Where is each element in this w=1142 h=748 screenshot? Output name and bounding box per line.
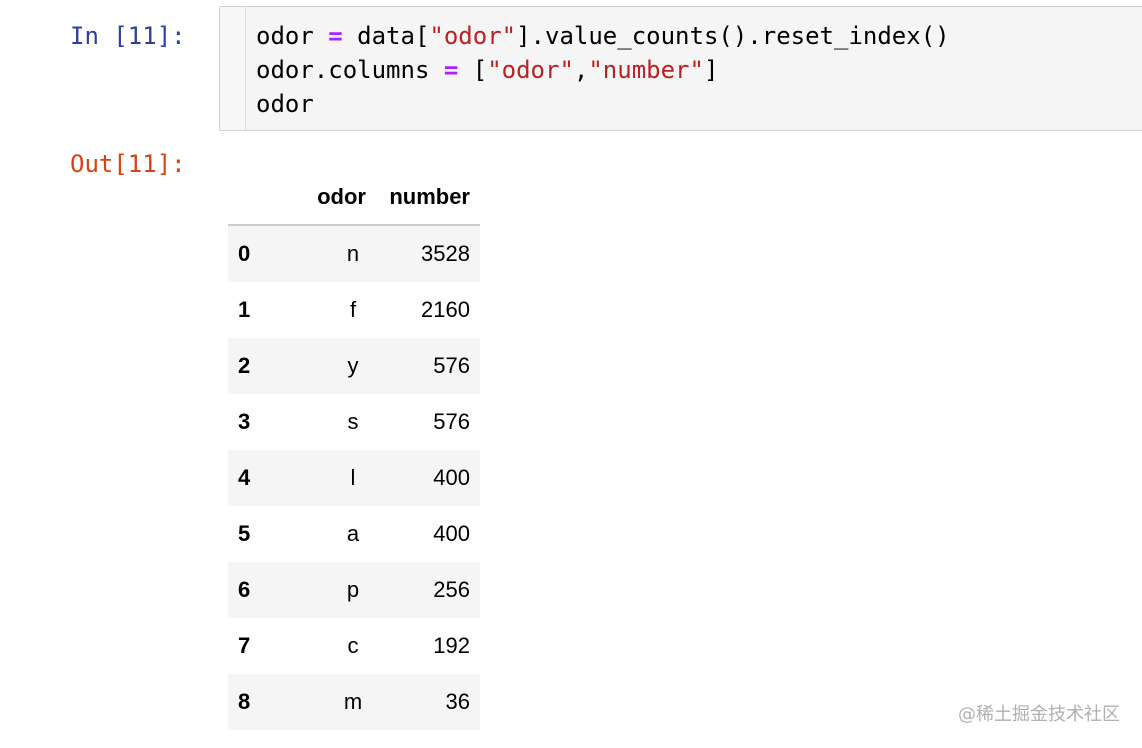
code-line-3: odor bbox=[256, 90, 314, 118]
table-row: 3 s 576 bbox=[228, 394, 480, 450]
cell-odor: y bbox=[268, 338, 366, 394]
table-row: 5 a 400 bbox=[228, 506, 480, 562]
row-index: 5 bbox=[238, 521, 251, 546]
cell-odor-value: p bbox=[346, 577, 360, 602]
cell-odor-value: s bbox=[347, 409, 359, 434]
code-line-3-text: odor bbox=[256, 90, 314, 118]
dataframe-table: odor number 0 n 3528 1 f 2160 2 y 576 3 s 576 4 l 400 5… bbox=[228, 170, 480, 730]
watermark: @稀土掘金技术社区 bbox=[958, 704, 1120, 725]
row-index: 0 bbox=[238, 241, 251, 266]
cell-number: 400 bbox=[433, 521, 470, 546]
cell-number: 256 bbox=[433, 577, 470, 602]
cell-odor: n bbox=[268, 225, 366, 282]
cell-number: 576 bbox=[433, 353, 470, 378]
row-index: 7 bbox=[238, 633, 251, 658]
table-row: 0 n 3528 bbox=[228, 225, 480, 282]
column-header-odor: odor bbox=[268, 170, 366, 226]
cell-odor-value: a bbox=[346, 521, 360, 546]
row-index: 4 bbox=[238, 465, 251, 490]
table-row: 1 f 2160 bbox=[228, 282, 480, 338]
cell-odor-value: l bbox=[350, 465, 356, 490]
table-row: 4 l 400 bbox=[228, 450, 480, 506]
cell-odor-value: m bbox=[343, 689, 363, 714]
cell-odor-value: y bbox=[347, 353, 359, 378]
cell-odor: p bbox=[268, 562, 366, 618]
code-gutter bbox=[220, 7, 246, 130]
code-line-2: odor.columns = ["odor","number"] bbox=[256, 56, 718, 84]
cell-odor: f bbox=[268, 282, 366, 338]
column-header-number: number bbox=[366, 170, 480, 226]
table-row: 6 p 256 bbox=[228, 562, 480, 618]
cell-number: 192 bbox=[433, 633, 470, 658]
code-line-1: odor = data["odor"].value_counts().reset… bbox=[256, 22, 950, 50]
cell-number: 3528 bbox=[421, 241, 470, 266]
table-row: 8 m 36 bbox=[228, 674, 480, 730]
cell-number: 400 bbox=[433, 465, 470, 490]
cell-odor: l bbox=[268, 450, 366, 506]
table-row: 2 y 576 bbox=[228, 338, 480, 394]
row-index: 2 bbox=[238, 353, 251, 378]
code-editor[interactable]: odor = data["odor"].value_counts().reset… bbox=[256, 19, 950, 121]
cell-odor-value: n bbox=[346, 241, 360, 266]
code-line-2-text: odor.columns = ["odor","number"] bbox=[256, 56, 719, 84]
cell-odor: a bbox=[268, 506, 366, 562]
input-prompt: In [11]: bbox=[70, 22, 186, 50]
cell-odor: m bbox=[268, 674, 366, 730]
code-input-area[interactable]: odor = data["odor"].value_counts().reset… bbox=[219, 6, 1142, 131]
code-line-1-text: odor = data["odor"].value_counts().reset… bbox=[256, 22, 950, 50]
cell-odor-value: c bbox=[347, 633, 359, 658]
cell-number: 36 bbox=[445, 689, 470, 714]
cell-odor: s bbox=[268, 394, 366, 450]
table-header-row: odor number bbox=[228, 170, 480, 226]
cell-odor: c bbox=[268, 618, 366, 674]
table-row: 7 c 192 bbox=[228, 618, 480, 674]
cell-odor-value: f bbox=[349, 297, 357, 322]
row-index: 8 bbox=[238, 689, 251, 714]
cell-number: 2160 bbox=[421, 297, 470, 322]
row-index: 1 bbox=[238, 297, 251, 322]
row-index: 6 bbox=[238, 577, 251, 602]
notebook-page: In [11]: odor = data["odor"].value_count… bbox=[0, 0, 1142, 748]
output-prompt: Out[11]: bbox=[70, 150, 186, 178]
cell-number: 576 bbox=[433, 409, 470, 434]
index-header bbox=[228, 170, 268, 226]
table-body: 0 n 3528 1 f 2160 2 y 576 3 s 576 4 l 400 5 a 400 6 p 256 7 c 1… bbox=[228, 225, 480, 730]
row-index: 3 bbox=[238, 409, 251, 434]
